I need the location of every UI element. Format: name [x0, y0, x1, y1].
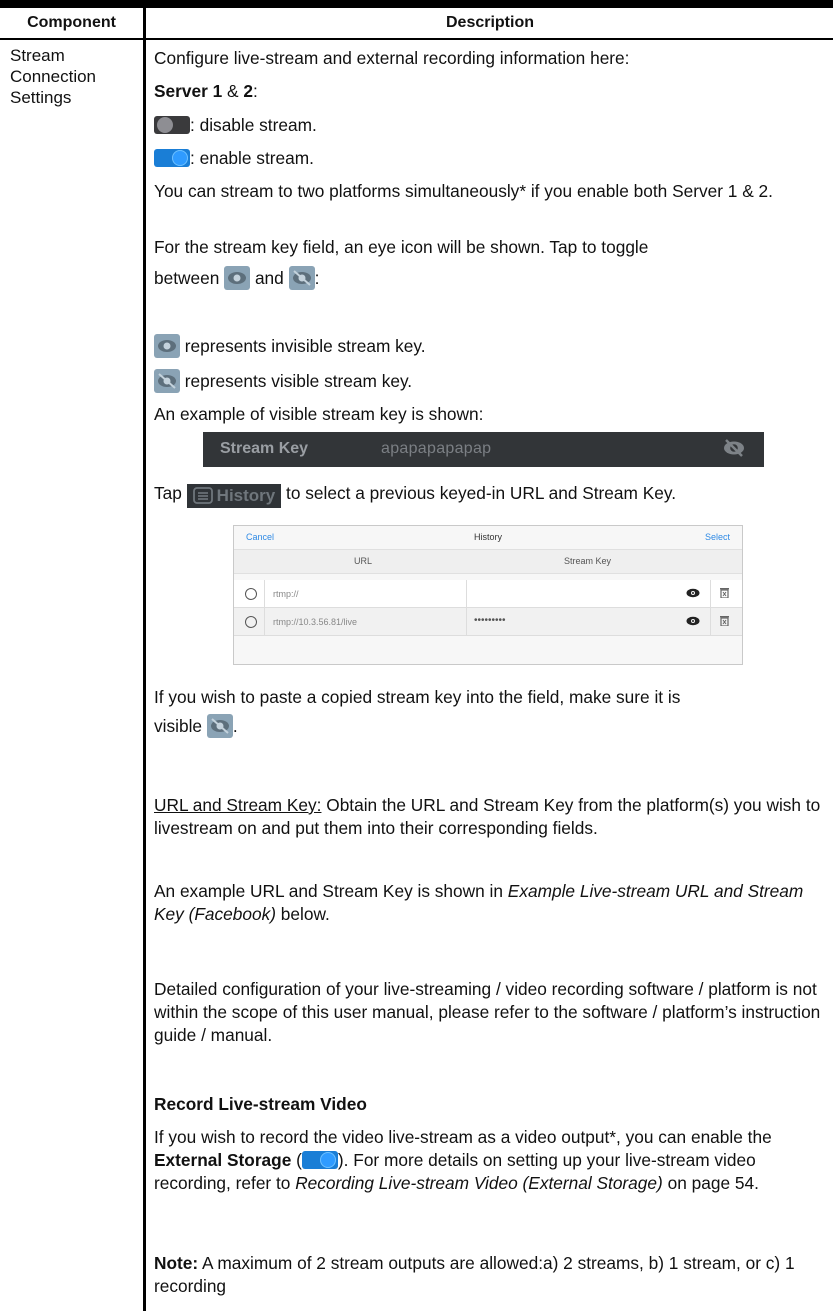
eye-icon[interactable] — [686, 588, 700, 600]
row-divider — [264, 608, 265, 635]
eye-icon — [154, 334, 180, 358]
trash-icon[interactable] — [720, 587, 729, 600]
row-divider — [264, 580, 265, 607]
enable-text: : enable stream. — [190, 148, 314, 168]
stream-key-label: Stream Key — [220, 440, 309, 457]
intro-text: Configure live-stream and external recor… — [154, 48, 630, 68]
history-column-header: URL Stream Key — [234, 549, 742, 574]
history-row[interactable]: rtmp:// — [234, 580, 742, 608]
history-button-label: History — [216, 486, 276, 505]
history-button[interactable]: History — [186, 483, 282, 508]
header-component: Component — [27, 14, 116, 31]
paste-line: If you wish to paste a copied stream key… — [154, 687, 681, 707]
record-italic: Recording Live-stream Video (External St… — [295, 1173, 663, 1193]
row-divider — [466, 580, 467, 607]
eye-intro-line: For the stream key field, an eye icon wi… — [154, 237, 649, 257]
history-dialog: Cancel History Select URL Stream Key rtm… — [233, 525, 743, 665]
record-text-b: on page 54. — [662, 1173, 759, 1193]
tap-rest-text: to select a previous keyed-in URL and St… — [281, 483, 677, 503]
history-list-icon — [192, 487, 213, 504]
toggle-off-icon — [154, 116, 190, 134]
server-amp: & — [222, 81, 244, 101]
table-top-rule — [0, 0, 833, 8]
eye-icon[interactable] — [686, 616, 700, 628]
stream-key-value: apapapapapap — [381, 440, 492, 457]
paste-period: . — [232, 716, 238, 736]
visible-text: represents visible stream key. — [180, 371, 413, 391]
server-1-label: Server 1 — [154, 81, 223, 101]
toggle-between-line: between and : — [154, 266, 824, 290]
eye-slash-icon — [206, 714, 233, 738]
server-line: Server 1 & 2: — [154, 80, 824, 103]
stream-key-field[interactable]: Stream Key apapapapapap — [203, 432, 764, 467]
record-bold: External Storage — [154, 1150, 292, 1170]
note-text: A maximum of 2 stream outputs are allowe… — [154, 1253, 795, 1296]
and-text: and — [250, 268, 289, 288]
toggle-on-icon — [301, 1151, 338, 1169]
history-row[interactable]: rtmp://10.3.56.81/live ••••••••• — [234, 608, 742, 636]
record-text-a: If you wish to record the video live-str… — [154, 1127, 772, 1147]
row-divider — [710, 580, 711, 607]
paste-visible-text: visible — [154, 716, 207, 736]
radio-icon[interactable] — [245, 616, 257, 628]
select-button[interactable]: Select — [705, 532, 730, 542]
eye-icon — [224, 266, 251, 290]
example-visible-text: An example of visible stream key is show… — [154, 404, 484, 424]
column-divider — [143, 8, 146, 1311]
example-text-a: An example URL and Stream Key is shown i… — [154, 881, 508, 901]
note-paragraph: Note: A maximum of 2 stream outputs are … — [154, 1252, 824, 1298]
component-line: Stream — [10, 46, 65, 65]
eye-slash-icon[interactable] — [722, 438, 746, 463]
tap-text: Tap — [154, 483, 187, 503]
invisible-line: represents invisible stream key. — [154, 334, 824, 358]
invisible-text: represents invisible stream key. — [180, 336, 426, 356]
component-line: Connection — [10, 67, 97, 86]
visible-line: represents visible stream key. — [154, 369, 824, 393]
disable-line: : disable stream. — [154, 114, 824, 137]
header-description: Description — [445, 14, 534, 31]
history-title: History — [473, 532, 502, 542]
detailed-paragraph: Detailed configuration of your live-stre… — [154, 979, 821, 1045]
trash-icon[interactable] — [720, 615, 729, 628]
enable-line: : enable stream. — [154, 147, 824, 170]
history-url: rtmp:// — [273, 589, 299, 599]
eye-colon: : — [314, 268, 320, 288]
toggle-on-icon — [154, 149, 190, 167]
server-2-label: 2 — [243, 81, 253, 101]
column-stream-key: Stream Key — [564, 556, 612, 566]
header-rule — [0, 38, 833, 40]
record-paren-open: ( — [291, 1150, 302, 1170]
row-divider — [710, 608, 711, 635]
history-url: rtmp://10.3.56.81/live — [273, 617, 358, 627]
paste-visible-line: visible . — [154, 714, 824, 738]
component-cell: Stream Connection Settings — [10, 45, 138, 108]
url-label: URL and Stream Key: — [154, 795, 322, 815]
column-url: URL — [354, 556, 373, 566]
server-colon: : — [253, 81, 258, 101]
tap-history-line: Tap History to select a previous keyed-i… — [154, 482, 824, 508]
example-text-b: below. — [275, 904, 330, 924]
between-text: between — [154, 268, 225, 288]
note-label: Note: — [154, 1253, 199, 1273]
simultaneous-text: You can stream to two platforms simultan… — [154, 181, 773, 201]
radio-icon[interactable] — [245, 588, 257, 600]
row-divider — [466, 608, 467, 635]
example-paragraph: An example URL and Stream Key is shown i… — [154, 880, 824, 926]
history-key: ••••••••• — [474, 615, 506, 626]
component-line: Settings — [10, 88, 72, 107]
url-stream-key-paragraph: URL and Stream Key: Obtain the URL and S… — [154, 794, 824, 840]
record-heading: Record Live-stream Video — [154, 1094, 367, 1114]
eye-slash-icon — [154, 369, 180, 393]
record-paragraph: If you wish to record the video live-str… — [154, 1126, 824, 1195]
disable-text: : disable stream. — [190, 115, 317, 135]
eye-slash-icon — [288, 266, 315, 290]
